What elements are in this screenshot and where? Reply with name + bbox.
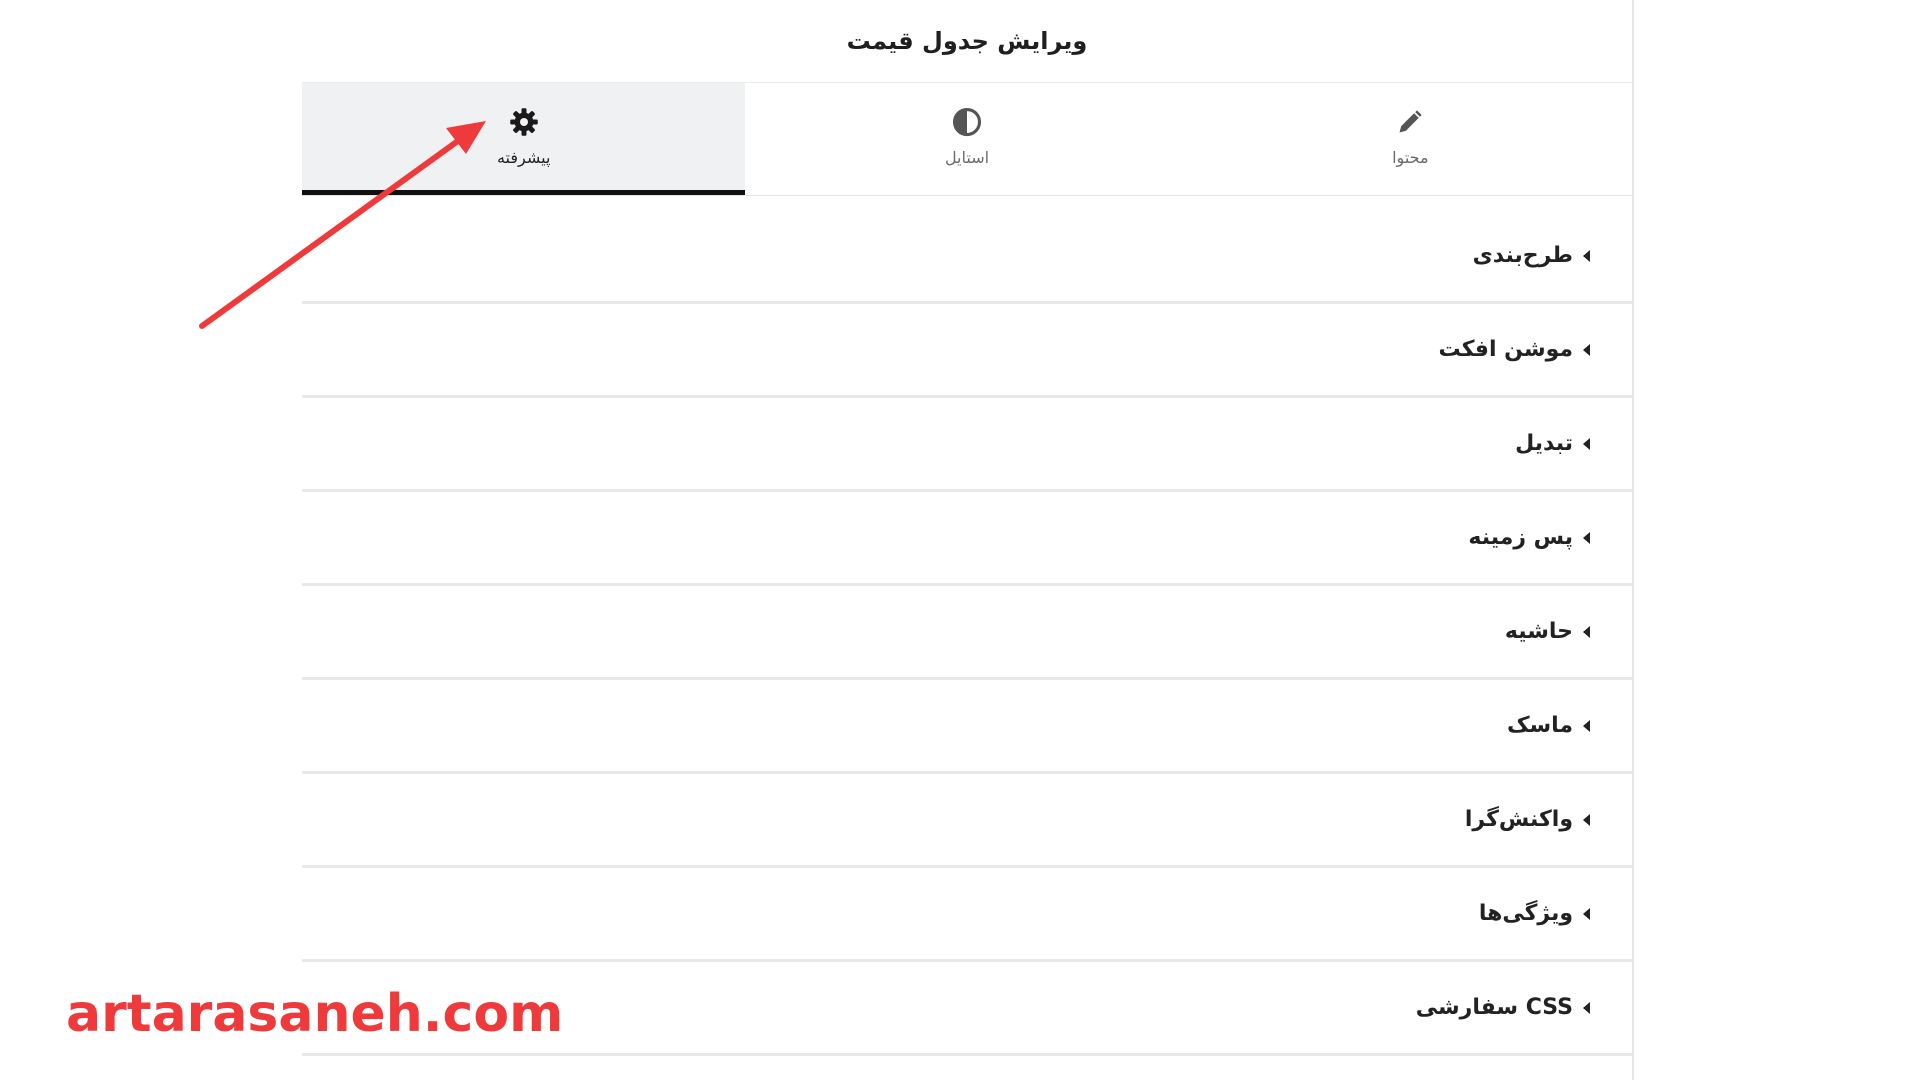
section-motion-effects[interactable]: موشن افکت	[302, 304, 1632, 398]
section-label: پس زمینه	[1468, 525, 1573, 550]
section-label: ماسک	[1506, 713, 1573, 738]
tab-advanced[interactable]: پیشرفته	[302, 83, 746, 195]
pencil-icon	[1394, 106, 1426, 138]
panel-title: ویرایش جدول قیمت	[846, 27, 1088, 55]
section-transform[interactable]: تبدیل	[302, 398, 1632, 492]
section-label: حاشیه	[1504, 619, 1573, 644]
section-label: موشن افکت	[1438, 337, 1573, 362]
caret-left-icon	[1583, 531, 1590, 544]
section-label: CSS سفارشی	[1415, 995, 1573, 1020]
edit-panel: ویرایش جدول قیمت محتوا استایل پیشرفته طر…	[302, 0, 1634, 1080]
caret-left-icon	[1583, 249, 1590, 262]
tab-label-content: محتوا	[1392, 148, 1429, 167]
watermark: artarasaneh.com	[66, 984, 564, 1044]
tab-label-style: استایل	[944, 148, 990, 167]
section-responsive[interactable]: واکنش‌گرا	[302, 774, 1632, 868]
caret-left-icon	[1583, 907, 1590, 920]
section-mask[interactable]: ماسک	[302, 680, 1632, 774]
tab-style[interactable]: استایل	[745, 83, 1188, 195]
section-label: تبدیل	[1515, 431, 1573, 456]
caret-left-icon	[1583, 625, 1590, 638]
section-label: ویژگی‌ها	[1478, 901, 1573, 926]
section-list: طرح‌بندی موشن افکت تبدیل پس زمینه حاشیه …	[302, 210, 1632, 1056]
caret-left-icon	[1583, 343, 1590, 356]
caret-left-icon	[1583, 437, 1590, 450]
tab-bar: محتوا استایل پیشرفته	[302, 83, 1632, 196]
section-label: طرح‌بندی	[1472, 243, 1573, 268]
tab-content[interactable]: محتوا	[1189, 83, 1632, 195]
panel-header: ویرایش جدول قیمت	[302, 0, 1632, 83]
section-label: واکنش‌گرا	[1464, 807, 1573, 832]
section-background[interactable]: پس زمینه	[302, 492, 1632, 586]
caret-left-icon	[1583, 719, 1590, 732]
caret-left-icon	[1583, 813, 1590, 826]
caret-left-icon	[1583, 1001, 1590, 1014]
tab-label-advanced: پیشرفته	[496, 148, 551, 167]
contrast-icon	[951, 106, 983, 138]
section-layout[interactable]: طرح‌بندی	[302, 210, 1632, 304]
section-attributes[interactable]: ویژگی‌ها	[302, 868, 1632, 962]
section-border[interactable]: حاشیه	[302, 586, 1632, 680]
gear-icon	[508, 106, 540, 138]
page: ویرایش جدول قیمت محتوا استایل پیشرفته طر…	[0, 0, 1920, 1080]
